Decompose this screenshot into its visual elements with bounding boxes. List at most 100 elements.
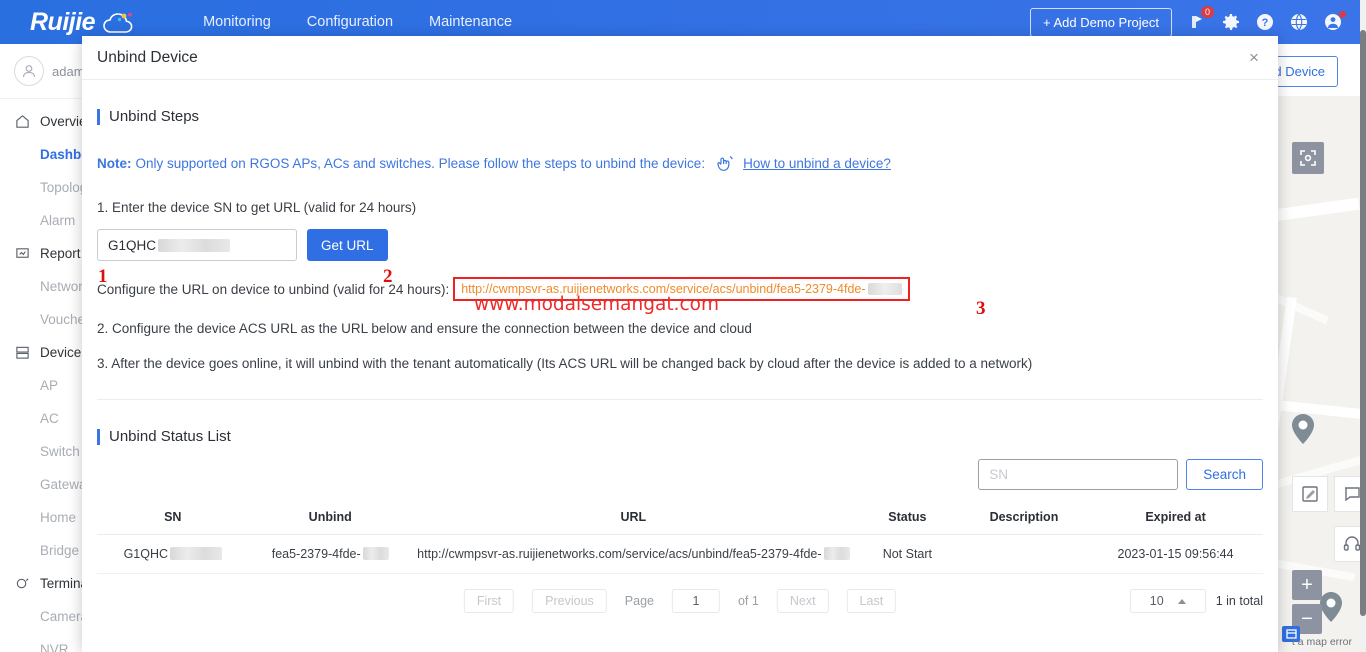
first-page-button[interactable]: First xyxy=(463,589,515,613)
page-scrollbar[interactable] xyxy=(1360,0,1366,652)
unbind-steps-section-title: Unbind Steps xyxy=(97,108,1263,125)
sidebar-item-gateway[interactable]: Gateway xyxy=(0,468,95,501)
page-scrollbar-thumb[interactable] xyxy=(1360,30,1366,616)
add-demo-project-button[interactable]: + Add Demo Project xyxy=(1030,7,1172,37)
cell-url: http://cwmpsvr-as.ruijienetworks.com/ser… xyxy=(411,534,855,574)
sidebar-label: Switch xyxy=(40,444,80,459)
svg-text:?: ? xyxy=(1262,17,1269,29)
nav-configuration[interactable]: Configuration xyxy=(307,14,393,30)
sn-input-value: G1QHC xyxy=(108,237,157,253)
section-accent-bar xyxy=(97,108,100,125)
total-count-label: 1 in total xyxy=(1215,594,1263,608)
configure-url-label: Configure the URL on device to unbind (v… xyxy=(97,281,450,297)
table-row[interactable]: G1QHC fea5-2379-4fde- http://cwmpsvr-as.… xyxy=(97,534,1263,574)
globe-icon[interactable] xyxy=(1290,13,1308,31)
map-zoom-in-button[interactable]: + xyxy=(1292,570,1322,600)
map-fullscreen-icon[interactable] xyxy=(1292,142,1324,174)
sn-input-row: G1QHC Get URL xyxy=(97,229,1263,261)
sn-input[interactable]: G1QHC xyxy=(97,229,297,261)
sidebar-item-report[interactable]: Report xyxy=(0,237,95,270)
nav-monitoring[interactable]: Monitoring xyxy=(203,14,271,30)
note-prefix: Note: xyxy=(97,156,132,171)
map-pin-icon[interactable] xyxy=(1320,592,1342,622)
sidebar-item-nvr[interactable]: NVR xyxy=(0,633,95,652)
sidebar-list: Overview Dashboard Topology Alarm Report… xyxy=(0,99,95,652)
map-edit-icon[interactable] xyxy=(1292,476,1328,512)
notification-icon[interactable]: 0 xyxy=(1188,6,1214,31)
col-description: Description xyxy=(959,502,1089,535)
sidebar-label: NVR xyxy=(40,642,69,652)
annotation-marker-3: 3 xyxy=(976,298,986,319)
sidebar-item-alarm[interactable]: Alarm xyxy=(0,204,95,237)
sidebar-label: Device xyxy=(40,345,82,360)
sidebar-item-device[interactable]: Device xyxy=(0,336,95,369)
get-url-button[interactable]: Get URL xyxy=(307,229,388,261)
sidebar-item-voucher[interactable]: Voucher xyxy=(0,303,95,336)
last-page-button[interactable]: Last xyxy=(846,589,897,613)
unbind-device-dialog: Unbind Device × Unbind Steps Note: Only … xyxy=(82,36,1278,652)
section-accent-bar xyxy=(97,428,100,445)
col-unbind: Unbind xyxy=(248,502,412,535)
sidebar-item-camera[interactable]: Camera xyxy=(0,600,95,633)
user-avatar-icon[interactable] xyxy=(1324,11,1346,31)
col-url: URL xyxy=(411,502,855,535)
map-pin-icon[interactable] xyxy=(1292,414,1314,444)
unbind-status-section-title: Unbind Status List xyxy=(97,428,1263,445)
search-row: Search xyxy=(97,459,1263,490)
map-attribution[interactable]: t a map error xyxy=(1292,636,1352,648)
cell-sn-text: G1QHC xyxy=(123,547,169,561)
next-page-button[interactable]: Next xyxy=(776,589,829,613)
previous-page-button[interactable]: Previous xyxy=(532,589,607,613)
sidebar-item-network[interactable]: Network xyxy=(0,270,95,303)
report-icon xyxy=(14,245,31,262)
cell-unbind-text: fea5-2379-4fde- xyxy=(271,547,361,561)
note-text: Only supported on RGOS APs, ACs and swit… xyxy=(135,156,706,171)
chevron-up-icon xyxy=(1177,598,1186,604)
search-input[interactable] xyxy=(978,459,1179,490)
col-expired-at: Expired at xyxy=(1088,502,1263,535)
cell-sn-redaction xyxy=(170,547,223,560)
sidebar-user-row[interactable]: adam xyxy=(0,44,95,99)
terminal-icon xyxy=(14,575,31,592)
close-icon[interactable]: × xyxy=(1244,48,1264,68)
cloud-logo-icon xyxy=(101,10,137,34)
avatar-status-dot xyxy=(1339,11,1346,18)
how-to-unbind-link[interactable]: How to unbind a device? xyxy=(743,156,891,171)
col-status: Status xyxy=(854,502,960,535)
sidebar-item-home[interactable]: Home xyxy=(0,501,95,534)
search-button[interactable]: Search xyxy=(1186,459,1263,490)
nav-maintenance[interactable]: Maintenance xyxy=(429,14,512,30)
gear-icon[interactable] xyxy=(1222,13,1240,31)
sidebar-label: AP xyxy=(40,378,59,393)
sidebar-item-overview[interactable]: Overview xyxy=(0,105,95,138)
notification-badge: 0 xyxy=(1200,6,1214,18)
table-body: G1QHC fea5-2379-4fde- http://cwmpsvr-as.… xyxy=(97,534,1263,574)
brand-logo[interactable]: Ruijie xyxy=(30,8,137,37)
sidebar-item-switch[interactable]: Switch xyxy=(0,435,95,468)
col-sn: SN xyxy=(97,502,249,535)
pagination-summary: 10 1 in total xyxy=(1129,589,1263,613)
device-icon xyxy=(14,344,31,361)
help-icon[interactable]: ? xyxy=(1256,13,1274,31)
note-line: Note: Only supported on RGOS APs, ACs an… xyxy=(97,155,1263,172)
sidebar-item-ac[interactable]: AC xyxy=(0,402,95,435)
step-1-text: 1. Enter the device SN to get URL (valid… xyxy=(97,200,417,215)
page-size-select[interactable]: 10 xyxy=(1129,589,1206,613)
sidebar-label: Network xyxy=(40,279,90,294)
url-redaction xyxy=(867,283,902,295)
step-2-text: 2. Configure the device ACS URL as the U… xyxy=(97,321,752,336)
sidebar-label: AC xyxy=(40,411,59,426)
sidebar-item-terminal[interactable]: Terminal xyxy=(0,567,95,600)
sidebar-item-bridge[interactable]: Bridge xyxy=(0,534,95,567)
page-size-value: 10 xyxy=(1149,594,1164,608)
map-chat-icon[interactable] xyxy=(1334,476,1360,512)
pagination-controls: First Previous Page of 1 Next Last xyxy=(463,589,897,613)
sidebar-item-dashboard[interactable]: Dashboard xyxy=(0,138,95,171)
page-number-input[interactable] xyxy=(671,589,720,613)
map-support-icon[interactable] xyxy=(1334,526,1360,562)
sidebar-item-ap[interactable]: AP xyxy=(0,369,95,402)
section-label: Unbind Status List xyxy=(109,428,231,445)
sidebar-item-topology[interactable]: Topology xyxy=(0,171,95,204)
table-header-row: SN Unbind URL Status Description Expired… xyxy=(97,502,1263,535)
cell-unbind-redaction xyxy=(362,547,389,560)
